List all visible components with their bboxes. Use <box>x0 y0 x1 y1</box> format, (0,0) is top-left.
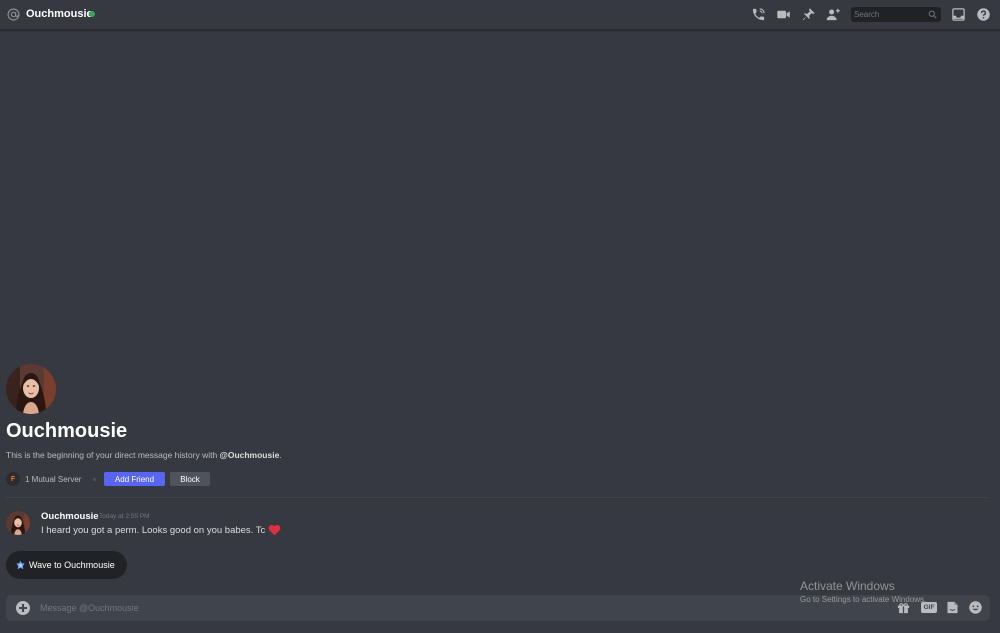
add-friends-to-dm-icon[interactable] <box>826 7 841 22</box>
at-icon <box>7 8 20 21</box>
channel-header: Ouchmousie <box>0 0 1000 30</box>
activate-windows-title: Activate Windows <box>800 579 895 593</box>
pinned-messages-icon[interactable] <box>801 7 816 22</box>
add-friend-button[interactable]: Add Friend <box>104 472 165 486</box>
search-icon <box>928 10 937 19</box>
message-avatar[interactable] <box>6 511 30 535</box>
message-avatar-image <box>6 511 30 535</box>
sticker-icon[interactable] <box>945 600 960 615</box>
intro-divider <box>6 497 988 498</box>
separator-dot <box>93 477 97 481</box>
add-attachment-icon[interactable] <box>16 601 30 615</box>
mutual-servers-label: 1 Mutual Server <box>25 474 82 484</box>
red-heart-emoji-icon <box>268 524 281 536</box>
emoji-icon[interactable] <box>968 600 983 615</box>
wave-button[interactable]: Wave to Ouchmousie <box>6 551 127 579</box>
wave-button-label: Wave to Ouchmousie <box>29 560 115 570</box>
wave-sticker-icon <box>16 560 25 569</box>
online-status-indicator <box>89 11 95 17</box>
intro-description-handle: @Ouchmousie <box>219 450 280 460</box>
mutual-server-icon: F <box>6 472 20 486</box>
avatar-image <box>6 364 56 414</box>
mutual-servers[interactable]: F 1 Mutual Server <box>6 472 97 486</box>
block-button[interactable]: Block <box>170 472 210 486</box>
intro-description-text: This is the beginning of your direct mes… <box>6 450 220 460</box>
help-icon[interactable] <box>976 7 991 22</box>
start-voice-call-icon[interactable] <box>751 7 766 22</box>
dm-username[interactable]: Ouchmousie <box>26 8 93 20</box>
intro-description: This is the beginning of your direct mes… <box>6 450 282 460</box>
intro-username: Ouchmousie <box>6 420 128 442</box>
activate-windows-subtitle: Go to Settings to activate Windows. <box>800 595 927 604</box>
search-bar[interactable] <box>851 7 941 22</box>
intro-description-suffix: . <box>279 450 282 460</box>
inbox-icon[interactable] <box>951 7 966 22</box>
message-text: I heard you got a perm. Looks good on yo… <box>41 524 266 536</box>
search-input[interactable] <box>854 7 926 22</box>
start-video-call-icon[interactable] <box>776 7 791 22</box>
profile-avatar[interactable] <box>6 364 56 414</box>
message-author[interactable]: Ouchmousie <box>41 511 99 522</box>
message-input[interactable] <box>40 595 680 621</box>
message-timestamp: Today at 2:55 PM <box>99 513 150 520</box>
message-content: I heard you got a perm. Looks good on yo… <box>41 524 281 536</box>
